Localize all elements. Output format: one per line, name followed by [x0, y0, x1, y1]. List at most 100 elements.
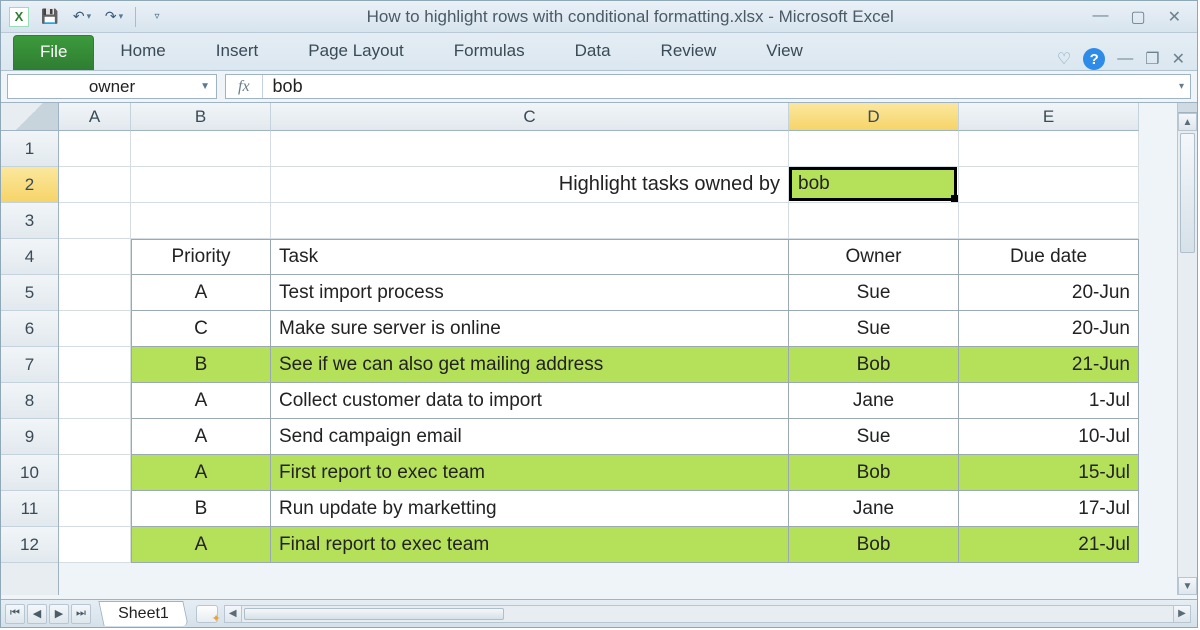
cell[interactable]: [959, 203, 1139, 239]
table-cell-task[interactable]: Collect customer data to import: [271, 383, 789, 419]
save-icon[interactable]: 💾: [39, 6, 61, 28]
table-cell-owner[interactable]: Sue: [789, 311, 959, 347]
cell[interactable]: [59, 383, 131, 419]
qat-customize-icon[interactable]: ▿: [146, 6, 168, 28]
table-cell-owner[interactable]: Sue: [789, 275, 959, 311]
scroll-thumb[interactable]: [244, 608, 504, 620]
cell[interactable]: [131, 167, 271, 203]
cell[interactable]: [789, 203, 959, 239]
table-cell-due[interactable]: 21-Jul: [959, 527, 1139, 563]
sheet-nav-prev-icon[interactable]: ◀: [27, 604, 47, 624]
tab-insert[interactable]: Insert: [192, 34, 283, 70]
row-header[interactable]: 6: [1, 311, 58, 347]
row-header[interactable]: 10: [1, 455, 58, 491]
table-cell-task[interactable]: Make sure server is online: [271, 311, 789, 347]
minimize-icon[interactable]: ―: [1092, 7, 1108, 27]
maximize-icon[interactable]: ▢: [1130, 7, 1145, 27]
undo-icon[interactable]: ↶: [71, 6, 93, 28]
table-cell-priority[interactable]: A: [131, 527, 271, 563]
table-cell-task[interactable]: See if we can also get mailing address: [271, 347, 789, 383]
table-cell-owner[interactable]: Sue: [789, 419, 959, 455]
table-cell-due[interactable]: 20-Jun: [959, 275, 1139, 311]
formula-value[interactable]: bob: [263, 76, 313, 97]
sheet-tab[interactable]: Sheet1: [98, 601, 188, 626]
col-header[interactable]: C: [271, 103, 789, 131]
sheet-nav-last-icon[interactable]: ⏭: [71, 604, 91, 624]
workbook-restore-icon[interactable]: ❐: [1145, 49, 1159, 69]
tab-home[interactable]: Home: [96, 34, 189, 70]
col-header[interactable]: E: [959, 103, 1139, 131]
table-cell-priority[interactable]: A: [131, 455, 271, 491]
row-header[interactable]: 2: [1, 167, 58, 203]
cell[interactable]: [271, 203, 789, 239]
row-header[interactable]: 3: [1, 203, 58, 239]
table-cell-due[interactable]: 17-Jul: [959, 491, 1139, 527]
cell[interactable]: [59, 491, 131, 527]
table-cell-task[interactable]: First report to exec team: [271, 455, 789, 491]
scroll-up-icon[interactable]: ▲: [1178, 113, 1197, 131]
table-cell-owner[interactable]: Bob: [789, 347, 959, 383]
cell[interactable]: [59, 239, 131, 275]
cell[interactable]: [271, 131, 789, 167]
table-cell-due[interactable]: 21-Jun: [959, 347, 1139, 383]
redo-icon[interactable]: ↷: [103, 6, 125, 28]
formula-input-area[interactable]: fx bob ▾: [225, 74, 1191, 99]
workbook-close-icon[interactable]: ✕: [1172, 49, 1185, 69]
row-header[interactable]: 8: [1, 383, 58, 419]
table-cell-task[interactable]: Run update by marketting: [271, 491, 789, 527]
col-header[interactable]: A: [59, 103, 131, 131]
table-cell-priority[interactable]: A: [131, 275, 271, 311]
table-cell-owner[interactable]: Bob: [789, 527, 959, 563]
cell[interactable]: [59, 203, 131, 239]
tab-view[interactable]: View: [742, 34, 827, 70]
table-cell-priority[interactable]: A: [131, 419, 271, 455]
scroll-right-icon[interactable]: ▶: [1173, 605, 1191, 623]
tab-data[interactable]: Data: [551, 34, 635, 70]
table-cell-task[interactable]: Test import process: [271, 275, 789, 311]
formula-expand-icon[interactable]: ▾: [1173, 81, 1190, 92]
row-header[interactable]: 1: [1, 131, 58, 167]
file-tab[interactable]: File: [13, 35, 94, 70]
row-header[interactable]: 11: [1, 491, 58, 527]
row-header[interactable]: 4: [1, 239, 58, 275]
col-header[interactable]: B: [131, 103, 271, 131]
table-cell-due[interactable]: 15-Jul: [959, 455, 1139, 491]
cell[interactable]: [59, 455, 131, 491]
scroll-track[interactable]: [1178, 131, 1197, 577]
table-cell-priority[interactable]: B: [131, 491, 271, 527]
scroll-down-icon[interactable]: ▼: [1178, 577, 1197, 595]
help-icon[interactable]: ?: [1083, 48, 1105, 70]
prompt-label-cell[interactable]: Highlight tasks owned by: [271, 167, 789, 203]
cell[interactable]: [59, 347, 131, 383]
name-box-dropdown-icon[interactable]: ▼: [200, 81, 210, 92]
cell[interactable]: [59, 131, 131, 167]
row-header[interactable]: 7: [1, 347, 58, 383]
table-header-task[interactable]: Task: [271, 239, 789, 275]
table-header-priority[interactable]: Priority: [131, 239, 271, 275]
fx-icon[interactable]: fx: [238, 78, 250, 96]
cell[interactable]: [59, 275, 131, 311]
scroll-thumb[interactable]: [1180, 133, 1195, 253]
table-cell-task[interactable]: Send campaign email: [271, 419, 789, 455]
col-header[interactable]: D: [789, 103, 959, 131]
table-cell-task[interactable]: Final report to exec team: [271, 527, 789, 563]
row-header[interactable]: 5: [1, 275, 58, 311]
table-cell-priority[interactable]: B: [131, 347, 271, 383]
table-cell-owner[interactable]: Jane: [789, 491, 959, 527]
cell[interactable]: [131, 203, 271, 239]
table-cell-due[interactable]: 10-Jul: [959, 419, 1139, 455]
cell[interactable]: [789, 131, 959, 167]
table-header-owner[interactable]: Owner: [789, 239, 959, 275]
tab-review[interactable]: Review: [637, 34, 741, 70]
cell[interactable]: [59, 311, 131, 347]
row-header[interactable]: 12: [1, 527, 58, 563]
cell[interactable]: [59, 167, 131, 203]
tab-formulas[interactable]: Formulas: [430, 34, 549, 70]
table-cell-priority[interactable]: C: [131, 311, 271, 347]
sheet-nav-next-icon[interactable]: ▶: [49, 604, 69, 624]
cell[interactable]: [959, 167, 1139, 203]
table-cell-owner[interactable]: Jane: [789, 383, 959, 419]
new-sheet-icon[interactable]: [196, 605, 218, 623]
cell[interactable]: [131, 131, 271, 167]
workbook-minimize-icon[interactable]: ―: [1117, 50, 1133, 68]
